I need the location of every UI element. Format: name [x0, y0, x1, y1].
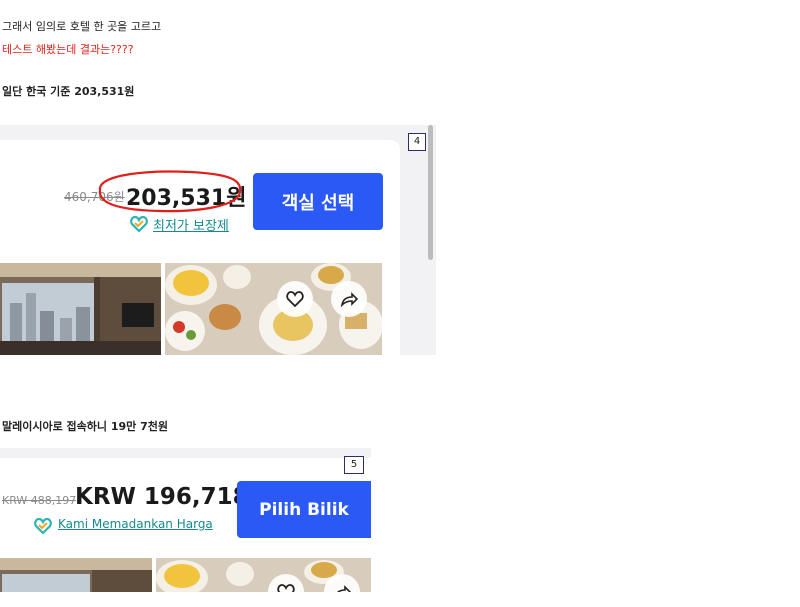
heart-check-icon — [34, 518, 52, 534]
price-card: KRW 488,197 KRW 196,718 Pilih Bilik Kami… — [0, 458, 371, 592]
heart-icon — [277, 584, 295, 592]
share-icon — [337, 585, 351, 592]
screenshot-korea: 460,706원 203,531원 객실 선택 최저가 보장제 — [0, 125, 436, 355]
breakfast-photo[interactable] — [165, 263, 382, 355]
select-room-button[interactable]: Pilih Bilik — [237, 481, 371, 538]
original-price: KRW 488,197 — [2, 494, 77, 507]
caption-line-3: 일단 한국 기준 203,531원 — [2, 85, 135, 98]
caption-line-1: 그래서 임의로 호텔 한 곳을 고르고 — [2, 20, 162, 33]
share-icon — [340, 292, 358, 307]
heart-icon — [286, 291, 304, 307]
price-match-link[interactable]: Kami Memadankan Harga — [58, 517, 213, 531]
red-circle-annotation — [98, 170, 242, 213]
breakfast-photo[interactable] — [156, 558, 371, 592]
screenshot-number-badge: 5 — [344, 456, 364, 474]
caption-line-2: 테스트 해봤는데 결과는???? — [2, 43, 134, 56]
share-button[interactable] — [331, 281, 367, 317]
room-photo[interactable] — [0, 263, 161, 355]
screenshot-malaysia: KRW 488,197 KRW 196,718 Pilih Bilik Kami… — [0, 448, 371, 592]
select-room-button[interactable]: 객실 선택 — [253, 173, 383, 230]
caption-line-4: 말레이시아로 접속하니 19만 7천원 — [2, 420, 169, 433]
favorite-button[interactable] — [277, 281, 313, 317]
scrollbar[interactable] — [428, 125, 433, 260]
screenshot-number-badge: 4 — [408, 133, 426, 151]
heart-check-icon — [130, 216, 148, 232]
room-photo[interactable] — [0, 558, 152, 592]
lowest-price-guarantee-link[interactable]: 최저가 보장제 — [153, 215, 229, 234]
current-price: KRW 196,718 — [75, 484, 249, 510]
price-card: 460,706원 203,531원 객실 선택 최저가 보장제 — [0, 140, 400, 355]
